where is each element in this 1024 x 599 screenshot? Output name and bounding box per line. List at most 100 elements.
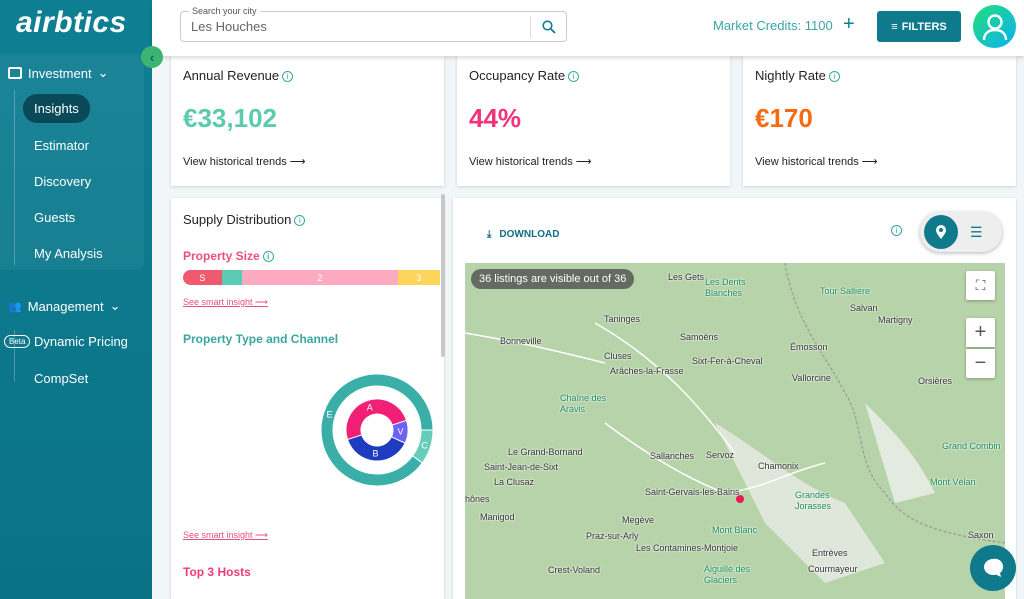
city-search-input[interactable] (191, 19, 521, 34)
sidebar-item-dynamic-pricing[interactable]: Dynamic Pricing (34, 334, 128, 349)
supply-title: Supply Distribution (183, 212, 292, 227)
map-place-label: Arâches-la-Frasse (610, 366, 684, 376)
card-title: Nightly Rate (755, 68, 826, 83)
map-place-label: Saxon (968, 530, 994, 540)
property-size-bar: S 23 (183, 270, 440, 285)
property-type-donut: C E A V B (321, 374, 433, 486)
avatar[interactable] (973, 5, 1016, 48)
chevron-down-icon: ⌄ (109, 298, 121, 313)
map-pin-icon (936, 225, 946, 239)
info-icon[interactable]: i (282, 71, 294, 82)
info-icon[interactable]: i (568, 71, 580, 82)
map-place-label: La Clusaz (494, 477, 535, 487)
wallet-icon (8, 67, 22, 79)
occupancy-rate-value: 44% (469, 103, 522, 133)
market-credits: Market Credits: 1100 (713, 18, 833, 33)
map-place-label: Tour Sallière (820, 286, 871, 296)
map-place-label: Crest-Voland (548, 565, 601, 575)
map-place-label: Courmayeur (808, 564, 858, 574)
search-label: Search your city (189, 6, 260, 16)
zoom-in-button[interactable]: + (966, 318, 995, 347)
map-place-label: Grand Combin (942, 441, 1001, 451)
donut-label: B (373, 448, 379, 458)
sidebar-item-insights[interactable]: Insights (23, 94, 90, 123)
view-trends-link[interactable]: View historical trends ⟶ (183, 155, 306, 168)
map-place-label: Saint-Jean-de-Sixt (484, 462, 559, 472)
zoom-out-button[interactable]: − (966, 349, 995, 378)
chevron-left-icon: ‹ (149, 49, 155, 65)
map-view-button[interactable] (924, 215, 958, 249)
chat-icon (984, 558, 1004, 577)
donut-label: V (397, 426, 403, 436)
info-icon[interactable]: i (891, 225, 902, 236)
map-place-label: Cluses (604, 351, 632, 361)
top-bar: Search your city Market Credits: 1100 + … (152, 0, 1024, 56)
list-icon: ☰ (970, 224, 983, 240)
info-icon[interactable]: i (828, 71, 840, 82)
view-trends-link[interactable]: View historical trends ⟶ (469, 155, 592, 168)
listings-map[interactable]: Les Gets Les Dents Blanches Tour Sallière S… (465, 263, 1005, 599)
occupancy-rate-card: Occupancy Rate i 44% View historical tren… (457, 56, 730, 186)
map-place-label: Grandes Jorasses (795, 490, 832, 511)
nightly-rate-value: €170 (755, 103, 813, 133)
smart-insight-link[interactable]: See smart insight ⟶ (183, 297, 268, 308)
list-view-button[interactable]: ☰ (970, 224, 983, 241)
visible-listings-badge: 36 listings are visible out of 36 (471, 269, 635, 289)
beta-badge: Beta (4, 335, 31, 348)
view-trends-link[interactable]: View historical trends ⟶ (755, 155, 878, 168)
map-place-label: Mont Blanc (712, 525, 758, 535)
map-place-label: Entrèves (812, 548, 848, 558)
map-place-label: Chamonix (758, 461, 799, 471)
top-hosts-title: Top 3 Hosts (183, 565, 251, 579)
investment-group (0, 54, 144, 270)
chat-button[interactable] (970, 545, 1016, 591)
filters-label: FILTERS (901, 20, 947, 33)
sidebar: airbtics Investment ⌄ Insights Estimator … (0, 0, 152, 599)
download-button[interactable]: ⤓ DOWNLOAD (487, 229, 559, 240)
divider (14, 90, 15, 265)
map-place-label: Praz-sur-Arly (586, 531, 639, 541)
map-place-label: Sallanches (650, 451, 695, 461)
map-place-label: Saint-Gervais-les-Bains (645, 487, 740, 497)
size-segment[interactable] (221, 270, 243, 285)
chevron-down-icon: ⌄ (97, 65, 109, 80)
map-place-label: Samoëns (680, 332, 719, 342)
sidebar-item-compset[interactable]: CompSet (34, 371, 88, 386)
city-search: Search your city (180, 6, 567, 42)
sidebar-item-estimator[interactable]: Estimator (34, 138, 89, 153)
size-segment[interactable]: 2 (242, 270, 398, 285)
filters-button[interactable]: ≡ FILTERS (877, 11, 961, 42)
map-place-label: Les Dents Blanches (705, 277, 746, 298)
sidebar-item-discovery[interactable]: Discovery (34, 174, 91, 189)
search-icon[interactable] (530, 16, 566, 38)
map-place-label: Orsières (918, 376, 953, 386)
property-size-title: Property Size (183, 249, 260, 263)
fullscreen-button[interactable]: ⛶ (966, 271, 995, 300)
supply-distribution-card: Supply Distribution i Property Size i S23 … (171, 198, 444, 599)
add-credits-button[interactable]: + (843, 13, 855, 36)
map-place-label: Le Grand-Bornand (508, 447, 583, 457)
nightly-rate-card: Nightly Rate i €170 View historical trend… (743, 56, 1016, 186)
collapse-sidebar-button[interactable]: ‹ (141, 46, 163, 68)
management-section[interactable]: 👥 Management ⌄ (8, 298, 121, 314)
size-segment[interactable]: 3 (397, 270, 440, 285)
investment-section[interactable]: Investment ⌄ (8, 65, 109, 81)
scrollbar[interactable] (441, 194, 445, 357)
info-icon[interactable]: i (262, 251, 274, 262)
sidebar-item-my-analysis[interactable]: My Analysis (34, 246, 103, 261)
annual-revenue-card: Annual Revenue i €33,102 View historical … (171, 56, 444, 186)
size-segment[interactable]: S (183, 270, 222, 285)
user-icon (982, 13, 1007, 40)
investment-label: Investment (28, 65, 92, 81)
map-place-label: Chaîne des Aravis (560, 393, 607, 414)
map-place-label: Salvan (850, 303, 878, 313)
sidebar-item-guests[interactable]: Guests (34, 210, 75, 225)
map-place-label: Les Gets (668, 272, 705, 282)
smart-insight-link[interactable]: See smart insight ⟶ (183, 530, 268, 541)
map-place-label: Émosson (790, 342, 828, 352)
download-icon: ⤓ (487, 229, 492, 240)
airbtics-logo[interactable]: airbtics (16, 6, 127, 40)
info-icon[interactable]: i (294, 215, 306, 226)
map-place-label: Megève (622, 515, 655, 525)
donut-slice[interactable] (321, 374, 433, 486)
